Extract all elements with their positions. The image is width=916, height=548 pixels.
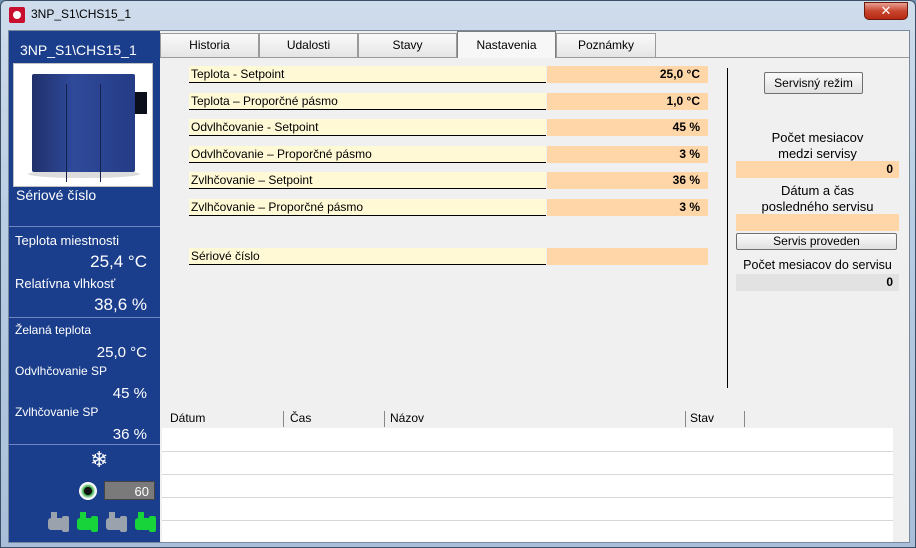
service-done-button[interactable]: Servis proveden [736, 233, 897, 250]
setting-value[interactable]: 3 % [547, 146, 708, 163]
desired-temp-value: 25,0 °C [96, 344, 147, 361]
months-to-service-value: 0 [736, 274, 899, 291]
serial-label: Sériové číslo [16, 187, 97, 203]
tab-stavy[interactable]: Stavy [358, 33, 457, 57]
setting-value[interactable]: 25,0 °C [547, 66, 708, 83]
table-header: Dátum Čas Názov Stav [162, 408, 893, 428]
table-row [162, 451, 893, 452]
setting-label: Odvlhčovanie - Setpoint [189, 119, 546, 136]
tab-nastavenia[interactable]: Nastavenia [457, 31, 556, 58]
cabinet-image [32, 74, 147, 182]
setting-value[interactable]: 3 % [547, 199, 708, 216]
room-temp-label: Teplota miestnosti [15, 233, 120, 248]
close-button[interactable]: ✕ [864, 2, 908, 20]
serial-row-value[interactable] [547, 248, 708, 265]
compressor-off-icon [104, 512, 128, 534]
humidity-value: 38,6 % [94, 295, 147, 314]
table-row [162, 474, 893, 475]
title-bar[interactable]: 3NP_S1\CHS15_1 ✕ [1, 1, 915, 27]
tab-historia[interactable]: Historia [160, 33, 259, 57]
desired-temp-label: Želaná teplota [15, 323, 92, 337]
last-service-label: posledného servisu [761, 199, 874, 214]
app-icon [9, 7, 25, 23]
setting-label: Zvlhčovanie – Proporčné pásmo [189, 199, 546, 216]
compressor-on-icon [75, 512, 99, 534]
divider [9, 317, 160, 318]
unit-name: 3NP_S1\CHS15_1 [20, 42, 137, 58]
serial-row-label: Sériové číslo [189, 248, 546, 265]
table-row [162, 497, 893, 498]
setting-value[interactable]: 45 % [547, 119, 708, 136]
column-header-status[interactable]: Stav [690, 411, 745, 427]
column-header-time[interactable]: Čas [290, 411, 385, 427]
months-between-label: Počet mesiacov [771, 130, 864, 145]
divider [9, 226, 160, 227]
tab-udalosti[interactable]: Udalosti [259, 33, 358, 57]
hum-sp-label: Zvlhčovanie SP [15, 405, 99, 419]
column-header-name[interactable]: Názov [390, 411, 686, 427]
last-service-label: Dátum a čas [781, 183, 854, 198]
service-mode-button[interactable]: Servisný režim [764, 72, 863, 94]
cabinet-seam [100, 84, 101, 182]
tab-poznamky[interactable]: Poznámky [556, 33, 656, 57]
unit-photo [13, 63, 153, 187]
events-table[interactable]: Dátum Čas Názov Stav [162, 408, 893, 542]
fan-icon [79, 482, 97, 500]
table-scroll-area[interactable] [893, 428, 909, 542]
column-header-date[interactable]: Dátum [170, 411, 284, 427]
cabinet-display [135, 92, 147, 114]
humidity-label: Relatívna vlhkosť [15, 276, 116, 291]
window-title: 3NP_S1\CHS15_1 [31, 7, 132, 21]
table-row [162, 520, 893, 521]
months-between-label: medzi servisy [778, 146, 857, 161]
setting-label: Zvlhčovanie – Setpoint [189, 172, 546, 189]
divider [9, 444, 160, 445]
setting-value[interactable]: 36 % [547, 172, 708, 189]
months-to-service-label: Počet mesiacov do servisu [743, 258, 892, 272]
months-between-value[interactable]: 0 [736, 161, 899, 178]
compressor-on-icon [133, 512, 157, 534]
setting-label: Teplota – Proporčné pásmo [189, 93, 546, 110]
dehum-sp-label: Odvlhčovanie SP [15, 364, 108, 378]
snowflake-icon: ❄ [90, 447, 109, 472]
app-window: 3NP_S1\CHS15_1 ✕ 3NP_S1\CHS15_1 Sériové … [0, 0, 916, 548]
setting-label: Odvlhčovanie – Proporčné pásmo [189, 146, 546, 163]
fan-speed-value: 60 [104, 481, 155, 500]
hum-sp-value: 36 % [112, 426, 147, 443]
last-service-value[interactable] [736, 214, 899, 231]
vertical-divider [727, 68, 728, 388]
unit-summary-panel: 3NP_S1\CHS15_1 Sériové číslo Teplota mie… [9, 31, 160, 542]
compressor-off-icon [46, 512, 70, 534]
client-area: 3NP_S1\CHS15_1 Sériové číslo Teplota mie… [8, 30, 910, 543]
setting-value[interactable]: 1,0 °C [547, 93, 708, 110]
setting-label: Teplota - Setpoint [189, 66, 546, 83]
dehum-sp-value: 45 % [112, 385, 147, 402]
cabinet-seam [66, 84, 67, 182]
room-temp-value: 25,4 °C [90, 252, 147, 271]
